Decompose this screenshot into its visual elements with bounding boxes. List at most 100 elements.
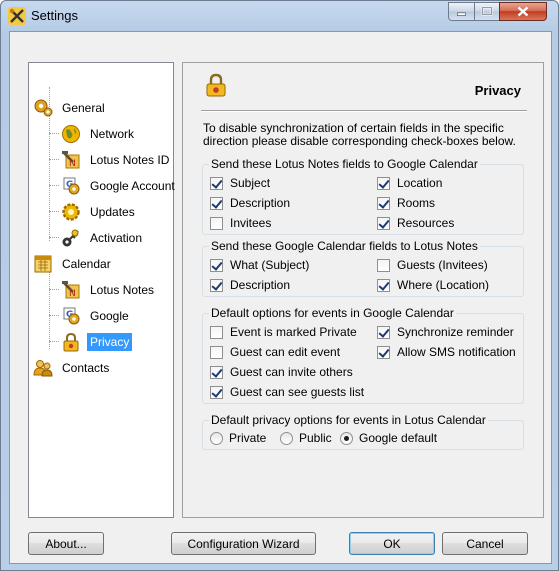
tree-line bbox=[49, 133, 59, 134]
checkbox-box[interactable] bbox=[377, 325, 390, 339]
ok-button[interactable]: OK bbox=[349, 532, 435, 555]
google-defaults-group: Default options for events in Google Cal… bbox=[202, 306, 524, 404]
radio-label: Public bbox=[299, 431, 332, 445]
checkbox-what-subject[interactable]: What (Subject) bbox=[210, 257, 309, 273]
group-legend: Send these Lotus Notes fields to Google … bbox=[209, 157, 480, 171]
panel-title: Privacy bbox=[474, 83, 521, 98]
radio-label: Private bbox=[229, 431, 267, 445]
cancel-button[interactable]: Cancel bbox=[442, 532, 528, 555]
checkbox-box[interactable] bbox=[210, 345, 223, 359]
tree-item-contacts[interactable]: Contacts bbox=[33, 357, 112, 379]
tree-item-activation[interactable]: Activation bbox=[61, 227, 145, 249]
tree-item-privacy[interactable]: Privacy bbox=[61, 331, 133, 353]
contacts-icon bbox=[33, 360, 53, 377]
checkbox-location[interactable]: Location bbox=[377, 175, 442, 191]
tree-item-updates[interactable]: Updates bbox=[61, 201, 138, 223]
checkbox-box[interactable] bbox=[377, 258, 390, 272]
tree-item-label: Updates bbox=[90, 205, 135, 219]
checkbox-label: Synchronize reminder bbox=[397, 325, 514, 339]
checkbox-where-location[interactable]: Where (Location) bbox=[377, 277, 489, 293]
dialog-client-area: General Network N Lotus Notes ID G Googl… bbox=[9, 31, 552, 564]
checkbox-sync-reminder[interactable]: Synchronize reminder bbox=[377, 324, 514, 340]
radio-circle[interactable] bbox=[340, 431, 353, 445]
tree-item-lotus-notes-id[interactable]: N Lotus Notes ID bbox=[61, 149, 172, 171]
checkbox-description[interactable]: Description bbox=[210, 277, 290, 293]
radio-private[interactable]: Private bbox=[210, 430, 266, 446]
activation-key-icon bbox=[62, 229, 79, 247]
checkbox-box[interactable] bbox=[377, 216, 390, 230]
checkbox-label: Event is marked Private bbox=[230, 325, 357, 339]
settings-tree[interactable]: General Network N Lotus Notes ID G Googl… bbox=[28, 62, 175, 518]
tree-item-label: Contacts bbox=[62, 361, 110, 375]
checkbox-label: Subject bbox=[230, 176, 271, 190]
checkbox-guest-invite[interactable]: Guest can invite others bbox=[210, 364, 353, 380]
checkbox-box[interactable] bbox=[210, 278, 223, 292]
close-button[interactable] bbox=[499, 2, 547, 21]
checkbox-box[interactable] bbox=[210, 216, 223, 230]
configuration-wizard-button[interactable]: Configuration Wizard bbox=[171, 532, 316, 555]
tree-item-label: Lotus Notes bbox=[90, 283, 155, 297]
window-title: Settings bbox=[31, 8, 78, 23]
tree-line bbox=[49, 271, 50, 349]
lotus-to-google-group: Send these Lotus Notes fields to Google … bbox=[202, 157, 524, 235]
checkbox-box[interactable] bbox=[210, 365, 223, 379]
checkbox-box[interactable] bbox=[210, 196, 223, 210]
tree-line bbox=[49, 315, 59, 316]
checkbox-box[interactable] bbox=[210, 258, 223, 272]
checkbox-label: Where (Location) bbox=[397, 278, 490, 292]
checkbox-label: What (Subject) bbox=[230, 258, 310, 272]
checkbox-resources[interactable]: Resources bbox=[377, 215, 454, 231]
tree-item-general[interactable]: General bbox=[33, 97, 108, 119]
checkbox-box[interactable] bbox=[210, 385, 223, 399]
checkbox-description[interactable]: Description bbox=[210, 195, 290, 211]
lock-icon bbox=[63, 332, 79, 352]
checkbox-box[interactable] bbox=[377, 345, 390, 359]
tree-item-label: Google Account bbox=[90, 179, 175, 193]
radio-circle[interactable] bbox=[280, 431, 293, 445]
close-icon bbox=[517, 6, 529, 17]
tree-item-label: Google bbox=[90, 309, 129, 323]
checkbox-guests-invitees[interactable]: Guests (Invitees) bbox=[377, 257, 488, 273]
maximize-icon bbox=[481, 6, 493, 16]
maximize-button[interactable] bbox=[474, 2, 500, 21]
radio-public[interactable]: Public bbox=[280, 430, 332, 446]
checkbox-rooms[interactable]: Rooms bbox=[377, 195, 435, 211]
checkbox-sms-notification[interactable]: Allow SMS notification bbox=[377, 344, 516, 360]
checkbox-box[interactable] bbox=[377, 196, 390, 210]
radio-google-default[interactable]: Google default bbox=[340, 430, 437, 446]
tree-line bbox=[49, 185, 59, 186]
group-legend: Default options for events in Google Cal… bbox=[209, 306, 456, 320]
checkbox-box[interactable] bbox=[377, 278, 390, 292]
checkbox-box[interactable] bbox=[210, 176, 223, 190]
tree-line bbox=[49, 211, 59, 212]
radio-label: Google default bbox=[359, 431, 438, 445]
tree-line bbox=[49, 341, 59, 342]
tree-item-label: Privacy bbox=[87, 333, 133, 351]
lotus-privacy-group: Default privacy options for events in Lo… bbox=[202, 413, 524, 450]
checkbox-guest-edit[interactable]: Guest can edit event bbox=[210, 344, 340, 360]
tree-item-network[interactable]: Network bbox=[61, 123, 137, 145]
checkbox-invitees[interactable]: Invitees bbox=[210, 215, 271, 231]
minimize-button[interactable] bbox=[448, 2, 475, 21]
settings-window: Settings General Network N Lotus Notes I… bbox=[0, 0, 559, 571]
title-bar[interactable]: Settings bbox=[1, 1, 558, 31]
about-button[interactable]: About... bbox=[28, 532, 104, 555]
intro-text: To disable synchronization of certain fi… bbox=[203, 121, 516, 148]
checkbox-guest-see-list[interactable]: Guest can see guests list bbox=[210, 384, 364, 400]
group-legend: Send these Google Calendar fields to Lot… bbox=[209, 239, 480, 253]
privacy-panel: Privacy To disable synchronization of ce… bbox=[182, 62, 544, 518]
checkbox-event-private[interactable]: Event is marked Private bbox=[210, 324, 357, 340]
checkbox-box[interactable] bbox=[210, 325, 223, 339]
tree-line bbox=[49, 237, 59, 238]
lock-icon bbox=[206, 73, 226, 97]
radio-circle[interactable] bbox=[210, 431, 223, 445]
checkbox-box[interactable] bbox=[377, 176, 390, 190]
tree-item-lotus-notes[interactable]: N Lotus Notes bbox=[61, 279, 157, 301]
checkbox-subject[interactable]: Subject bbox=[210, 175, 270, 191]
tree-item-label: Network bbox=[90, 127, 135, 141]
tree-item-calendar[interactable]: Calendar bbox=[33, 253, 114, 275]
minimize-icon bbox=[457, 12, 466, 16]
tree-item-google[interactable]: G Google bbox=[61, 305, 132, 327]
tree-item-google-account[interactable]: G Google Account bbox=[61, 175, 178, 197]
gears-icon bbox=[34, 99, 53, 117]
